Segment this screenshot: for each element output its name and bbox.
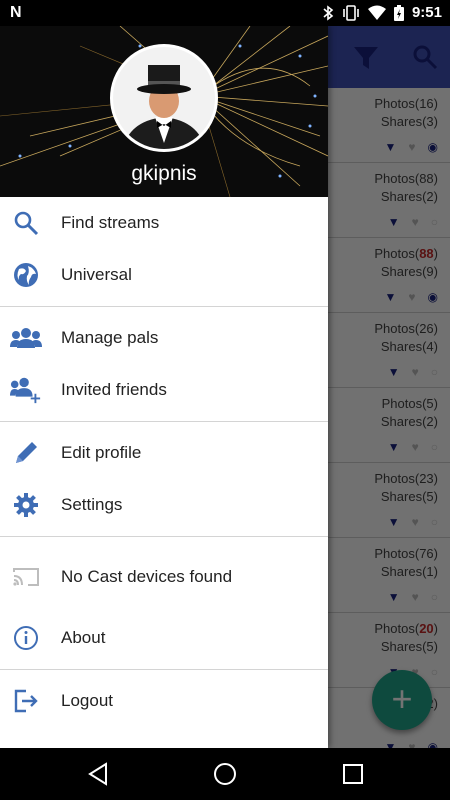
menu-item-invited-friends[interactable]: Invited friends: [0, 364, 328, 416]
status-bar: N 9:51: [0, 0, 450, 26]
menu-item-edit-profile[interactable]: Edit profile: [0, 427, 328, 479]
menu-item-about[interactable]: About: [0, 612, 328, 664]
gear-icon: [10, 489, 42, 521]
logout-icon: [10, 685, 42, 717]
back-icon[interactable]: [86, 761, 112, 787]
drawer-username: gkipnis: [131, 162, 197, 185]
battery-charging-icon: [393, 4, 404, 21]
info-icon: [10, 622, 42, 654]
bluetooth-icon: [323, 4, 334, 21]
divider: [0, 669, 328, 670]
menu-item-manage-pals[interactable]: Manage pals: [0, 312, 328, 364]
menu-item-label: Logout: [61, 691, 113, 710]
divider: [0, 421, 328, 422]
menu-item-cast[interactable]: No Cast devices found: [0, 551, 328, 603]
menu-item-label: Universal: [61, 265, 132, 284]
profile-avatar[interactable]: [110, 44, 218, 152]
top-hat-figure-icon: [113, 47, 215, 149]
menu-item-label: Invited friends: [61, 380, 167, 399]
group-icon: [10, 322, 42, 354]
menu-item-label: Find streams: [61, 213, 160, 232]
divider: [0, 536, 328, 537]
menu-item-settings[interactable]: Settings: [0, 479, 328, 531]
menu-item-label: About: [61, 628, 106, 647]
menu-item-logout[interactable]: Logout: [0, 675, 328, 727]
menu-item-label: Edit profile: [61, 443, 142, 462]
cast-icon: [10, 561, 42, 593]
search-icon: [10, 207, 42, 239]
wifi-icon: [367, 5, 386, 20]
add-group-icon: [10, 374, 42, 406]
system-nav-bar: [0, 748, 450, 800]
vibrate-icon: [343, 4, 359, 21]
status-time: 9:51: [411, 4, 442, 21]
home-icon[interactable]: [212, 761, 238, 787]
pencil-icon: [10, 437, 42, 469]
notification-n-icon: N: [10, 4, 22, 21]
menu-item-universal[interactable]: Universal: [0, 249, 328, 301]
menu-item-label: Manage pals: [61, 328, 159, 347]
menu-item-label: Settings: [61, 495, 123, 514]
menu-item-find-streams[interactable]: Find streams: [0, 197, 328, 249]
globe-icon: [10, 259, 42, 291]
navigation-drawer: gkipnis Find streams Universal Manage pa…: [0, 26, 328, 748]
drawer-header: gkipnis: [0, 26, 328, 197]
divider: [0, 306, 328, 307]
menu-item-label: No Cast devices found: [61, 567, 233, 586]
recents-icon[interactable]: [340, 761, 366, 787]
